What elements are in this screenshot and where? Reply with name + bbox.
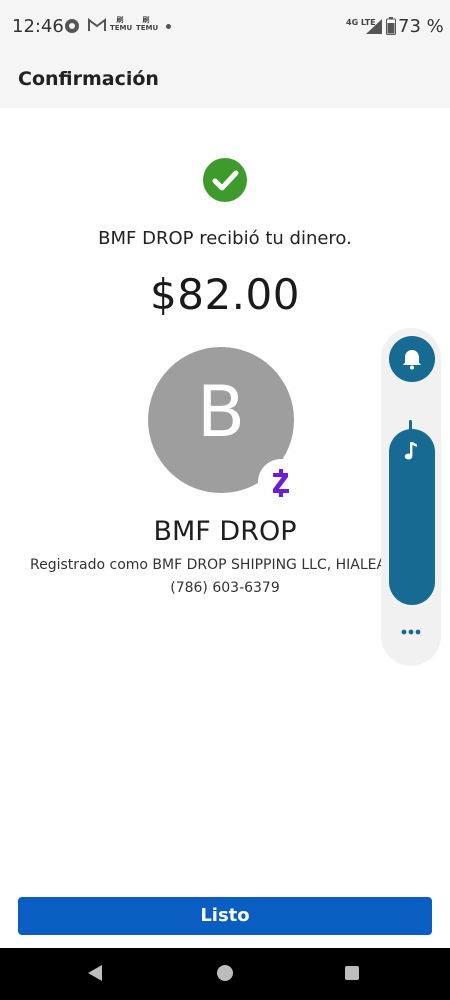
confirmation-message: BMF DROP recibió tu dinero. — [98, 228, 352, 249]
amount-value: $82.00 — [150, 270, 300, 319]
notification-dot-icon — [166, 24, 171, 29]
ringer-button[interactable] — [389, 336, 435, 382]
registered-as-text: Registrado como BMF DROP SHIPPING LLC, H… — [30, 557, 382, 573]
battery-icon — [386, 17, 396, 35]
status-time: 12:46 — [12, 16, 64, 37]
temu-icon: 刷 TEMU — [110, 16, 133, 32]
navigation-bar — [0, 948, 450, 1000]
zelle-icon — [258, 459, 304, 505]
bell-icon — [403, 350, 421, 370]
gmail-icon — [88, 18, 106, 31]
home-icon[interactable] — [217, 965, 233, 981]
signal-icon — [366, 19, 382, 34]
page-title: Confirmación — [18, 68, 159, 90]
avatar-initial: B — [196, 371, 246, 453]
status-bar: 12:46 刷 TEMU 刷 TEMU 4G LTE 73 % — [0, 0, 450, 56]
more-horizontal-icon[interactable] — [400, 628, 422, 636]
battery-percent: 73 % — [398, 16, 444, 37]
music-note-icon — [404, 442, 417, 460]
done-button[interactable]: Listo — [18, 897, 432, 935]
back-icon[interactable] — [86, 964, 104, 982]
check-circle-icon — [203, 158, 247, 202]
chat-bubble-icon — [65, 19, 79, 33]
temu-icon: 刷 TEMU — [136, 16, 159, 32]
app-header: Confirmación — [0, 56, 450, 108]
recents-icon[interactable] — [345, 966, 359, 980]
